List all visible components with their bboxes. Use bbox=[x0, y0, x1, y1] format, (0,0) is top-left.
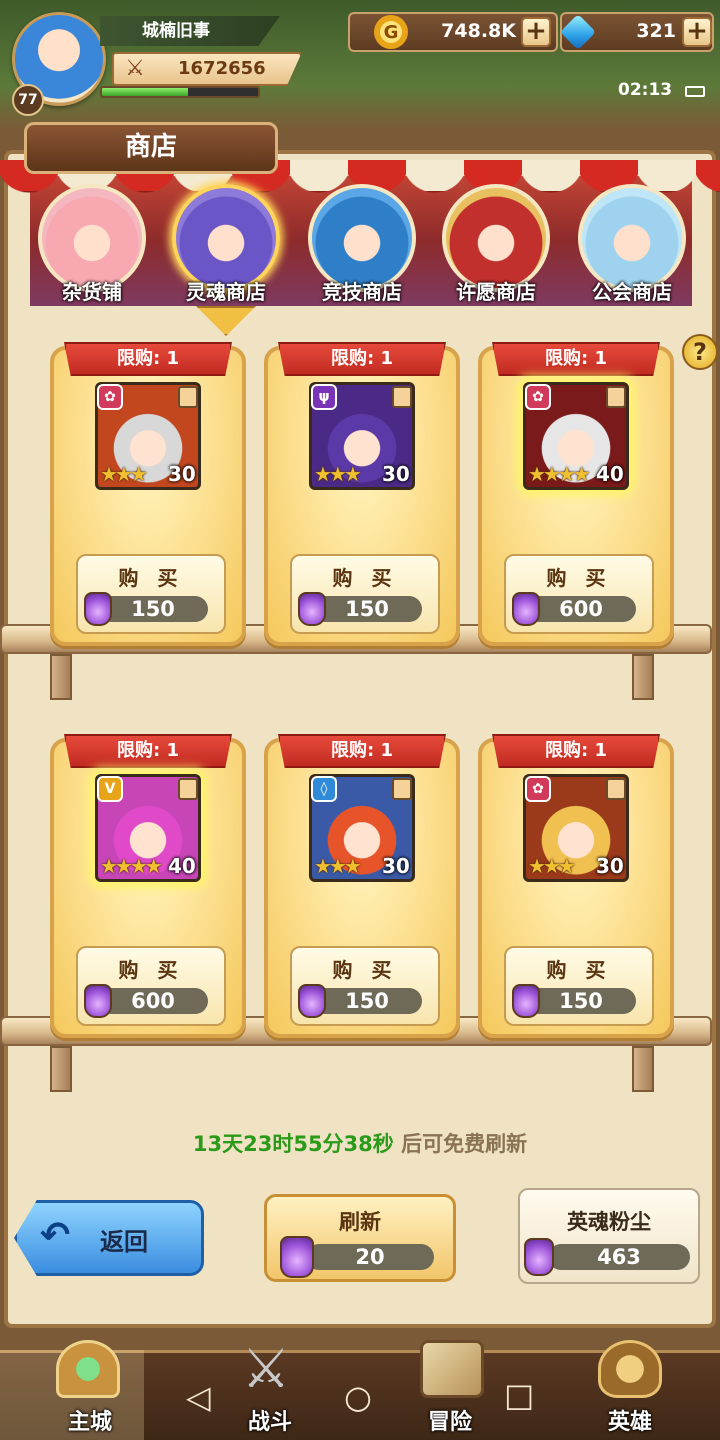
gold-coin-icon: G bbox=[374, 15, 408, 49]
soul-jar-icon bbox=[280, 1236, 314, 1278]
hero-shield-icon bbox=[598, 1340, 662, 1398]
free-refresh-timer: 13天23时55分38秒 后可免费刷新 bbox=[0, 1128, 720, 1158]
shop-tab-label[interactable]: 杂货铺 bbox=[27, 276, 157, 305]
refresh-countdown: 13天23时55分38秒 bbox=[192, 1132, 394, 1156]
battery-icon bbox=[685, 86, 705, 97]
shop-tab-label[interactable]: 许愿商店 bbox=[431, 276, 561, 305]
hero-level: 40 bbox=[168, 854, 196, 878]
star-rating: ★★★★ bbox=[528, 462, 591, 486]
player-level-badge: 77 bbox=[12, 84, 44, 116]
nav-label: 英雄 bbox=[607, 1410, 652, 1435]
element-icon: ψ bbox=[311, 384, 337, 410]
shop-tab-label[interactable]: 公会商店 bbox=[567, 276, 697, 305]
buy-label: 购 买 bbox=[332, 566, 398, 590]
hero-dust-label: 英魂粉尘 bbox=[567, 1210, 651, 1234]
shelf-bracket bbox=[50, 1046, 72, 1092]
return-arrow-icon: ↶ bbox=[40, 1215, 71, 1256]
element-icon: ✿ bbox=[525, 384, 551, 410]
star-rating: ★★★★ bbox=[100, 854, 163, 878]
hero-fragment-icon bbox=[178, 778, 198, 800]
item-price: 150 bbox=[312, 596, 422, 622]
buy-label: 购 买 bbox=[546, 566, 612, 590]
castle-gate-icon bbox=[56, 1340, 120, 1398]
purchase-limit-label: 限购: 1 bbox=[64, 342, 232, 376]
nav-label: 主城 bbox=[67, 1410, 112, 1435]
soul-jar-icon bbox=[84, 592, 112, 626]
hero-level: 30 bbox=[596, 854, 624, 878]
element-icon: ✿ bbox=[97, 384, 123, 410]
soul-jar-icon bbox=[512, 984, 540, 1018]
hero-level: 30 bbox=[382, 854, 410, 878]
player-power: 1672656 bbox=[178, 58, 266, 79]
hero-level: 30 bbox=[382, 462, 410, 486]
crossed-swords-icon: ⚔ bbox=[125, 56, 145, 81]
buy-label: 购 买 bbox=[118, 566, 184, 590]
hero-level: 40 bbox=[596, 462, 624, 486]
shop-tab-label[interactable]: 灵魂商店 bbox=[161, 276, 291, 305]
element-icon: V bbox=[97, 776, 123, 802]
hero-fragment-icon bbox=[606, 386, 626, 408]
purchase-limit-label: 限购: 1 bbox=[492, 342, 660, 376]
item-price: 150 bbox=[526, 988, 636, 1014]
purchase-limit-label: 限购: 1 bbox=[278, 734, 446, 768]
soul-jar-icon bbox=[524, 1238, 554, 1276]
purchase-limit-label: 限购: 1 bbox=[64, 734, 232, 768]
star-rating: ★★★ bbox=[100, 462, 148, 486]
hero-dust-value: 463 bbox=[548, 1244, 690, 1270]
star-rating: ★★★ bbox=[528, 854, 576, 878]
item-price: 150 bbox=[98, 596, 208, 622]
exp-bar bbox=[100, 86, 260, 98]
element-icon: ◊ bbox=[311, 776, 337, 802]
crossed-swords-icon: ⚔ bbox=[241, 1337, 291, 1400]
help-icon[interactable]: ? bbox=[682, 334, 718, 370]
star-rating: ★★★ bbox=[314, 462, 362, 486]
hero-fragment-icon bbox=[392, 386, 412, 408]
shelf-bracket bbox=[50, 654, 72, 700]
diamond-amount: 321 bbox=[636, 20, 676, 42]
add-gold-button[interactable]: + bbox=[521, 17, 551, 47]
map-scroll-icon bbox=[420, 1340, 484, 1398]
buy-label: 购 买 bbox=[332, 958, 398, 982]
shop-title: 商店 bbox=[24, 122, 278, 174]
shelf-bracket bbox=[632, 654, 654, 700]
item-price: 150 bbox=[312, 988, 422, 1014]
exp-bar-fill bbox=[102, 88, 188, 96]
hero-level: 30 bbox=[168, 462, 196, 486]
soul-jar-icon bbox=[298, 592, 326, 626]
system-recents-icon[interactable]: □ bbox=[504, 1376, 534, 1414]
soul-jar-icon bbox=[512, 592, 540, 626]
hero-fragment-icon bbox=[606, 778, 626, 800]
purchase-limit-label: 限购: 1 bbox=[278, 342, 446, 376]
element-icon: ✿ bbox=[525, 776, 551, 802]
gold-amount: 748.8K bbox=[441, 20, 516, 42]
back-label: 返回 bbox=[100, 1228, 148, 1256]
shop-tab-label[interactable]: 竞技商店 bbox=[297, 276, 427, 305]
soul-jar-icon bbox=[298, 984, 326, 1018]
refresh-cost: 20 bbox=[306, 1244, 434, 1270]
item-price: 600 bbox=[98, 988, 208, 1014]
refresh-countdown-suffix: 后可免费刷新 bbox=[401, 1132, 528, 1156]
add-diamond-button[interactable]: + bbox=[682, 17, 712, 47]
star-rating: ★★★ bbox=[314, 854, 362, 878]
player-name: 城楠旧事 bbox=[100, 16, 280, 46]
buy-label: 购 买 bbox=[546, 958, 612, 982]
system-home-icon[interactable]: ○ bbox=[344, 1378, 372, 1416]
hero-fragment-icon bbox=[392, 778, 412, 800]
system-back-icon[interactable]: ◁ bbox=[186, 1378, 211, 1416]
hero-fragment-icon bbox=[178, 386, 198, 408]
item-price: 600 bbox=[526, 596, 636, 622]
buy-label: 购 买 bbox=[118, 958, 184, 982]
clock: 02:13 bbox=[618, 80, 673, 100]
soul-jar-icon bbox=[84, 984, 112, 1018]
shelf-bracket bbox=[632, 1046, 654, 1092]
nav-label: 战斗 bbox=[247, 1410, 292, 1435]
purchase-limit-label: 限购: 1 bbox=[492, 734, 660, 768]
refresh-label: 刷新 bbox=[339, 1210, 381, 1234]
nav-label: 冒险 bbox=[427, 1410, 472, 1435]
